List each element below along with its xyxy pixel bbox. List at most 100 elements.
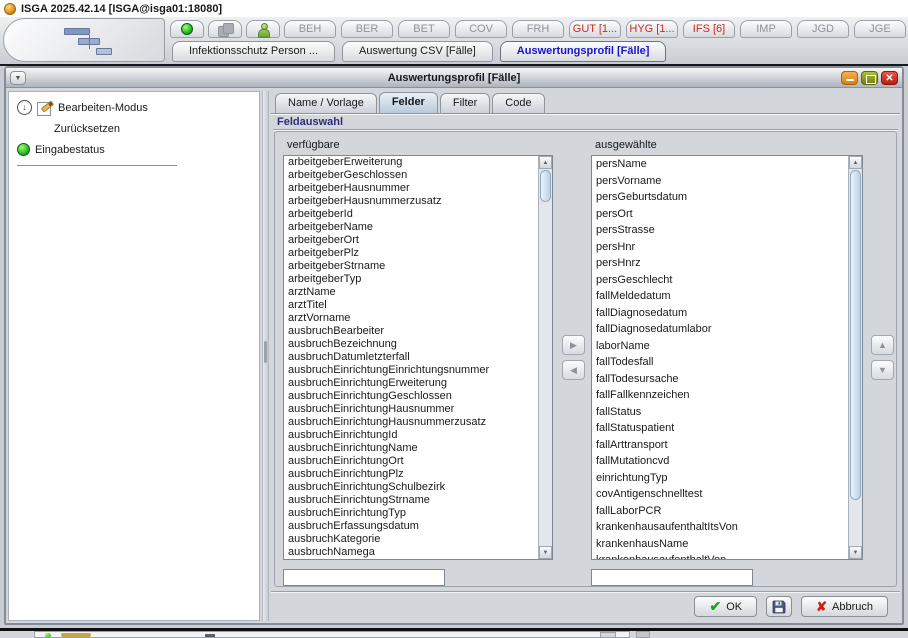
available-field-item[interactable]: arbeitgeberHausnummer [284, 182, 538, 195]
selected-field-item[interactable]: krankenhausName [592, 536, 848, 553]
available-field-item[interactable]: ausbruchEinrichtungHausnummer [284, 403, 538, 416]
available-field-item[interactable]: arbeitgeberId [284, 208, 538, 221]
scroll-down-icon[interactable]: ▼ [539, 546, 552, 559]
profile-tab[interactable]: Code [492, 93, 544, 113]
available-field-item[interactable]: arztTitel [284, 299, 538, 312]
selected-field-item[interactable]: persStrasse [592, 222, 848, 239]
available-field-item[interactable]: ausbruchEinrichtungSchulbezirk [284, 481, 538, 494]
edit-mode-label[interactable]: Bearbeiten-Modus [58, 102, 148, 114]
selected-field-item[interactable]: fallMutationcvd [592, 453, 848, 470]
available-field-item[interactable]: ausbruchEinrichtungId [284, 429, 538, 442]
move-right-button[interactable]: ▶ [562, 335, 585, 355]
person-button[interactable] [246, 20, 280, 38]
selected-field-item[interactable]: einrichtungTyp [592, 470, 848, 487]
window-menu-button[interactable]: ▼ [10, 71, 26, 85]
module-tab[interactable]: IMP [740, 20, 792, 38]
reset-label[interactable]: Zurücksetzen [54, 123, 120, 135]
available-fields-list[interactable]: arbeitgeberErweiterungarbeitgeberGeschlo… [283, 155, 553, 560]
available-field-item[interactable]: ausbruchBearbeiter [284, 325, 538, 338]
available-field-item[interactable]: ausbruchEinrichtungOrt [284, 455, 538, 468]
selected-field-item[interactable]: persHnr [592, 239, 848, 256]
selected-field-item[interactable]: laborName [592, 338, 848, 355]
panel-splitter[interactable] [262, 91, 269, 621]
selected-field-item[interactable]: fallFallkennzeichen [592, 387, 848, 404]
available-filter-input[interactable] [283, 569, 445, 586]
module-tab[interactable]: FRH [512, 20, 564, 38]
available-field-item[interactable]: ausbruchEinrichtungErweiterung [284, 377, 538, 390]
available-field-item[interactable]: arbeitgeberStrname [284, 260, 538, 273]
scroll-up-icon[interactable]: ▲ [849, 156, 862, 169]
dialog-titlebar[interactable]: ▼ Auswertungsprofil [Fälle] ✕ [6, 68, 902, 88]
available-field-item[interactable]: ausbruchEinrichtungPlz [284, 468, 538, 481]
module-tab[interactable]: IFS [6] [683, 20, 735, 38]
package-button[interactable] [208, 20, 242, 38]
selected-field-item[interactable]: fallTodesursache [592, 371, 848, 388]
profile-tab[interactable]: Filter [440, 93, 490, 113]
scrollbar-thumb[interactable] [540, 170, 551, 202]
available-field-item[interactable]: arbeitgeberPlz [284, 247, 538, 260]
selected-field-item[interactable]: krankenhausaufenthaltItsVon [592, 519, 848, 536]
available-field-item[interactable]: ausbruchEinrichtungName [284, 442, 538, 455]
selected-field-item[interactable]: covAntigenschnelltest [592, 486, 848, 503]
circle-down-arrow-icon[interactable]: ↓ [17, 100, 32, 115]
available-field-item[interactable]: arztVorname [284, 312, 538, 325]
abort-button[interactable]: ✘ Abbruch [801, 596, 888, 617]
available-field-item[interactable]: arztName [284, 286, 538, 299]
selected-field-item[interactable]: fallDiagnosedatum [592, 305, 848, 322]
selected-field-item[interactable]: persGeburtsdatum [592, 189, 848, 206]
maximize-button[interactable] [861, 71, 878, 85]
selected-field-item[interactable]: fallTodesfall [592, 354, 848, 371]
available-field-item[interactable]: ausbruchEinrichtungHausnummerzusatz [284, 416, 538, 429]
profile-tab[interactable]: Felder [379, 92, 438, 113]
move-up-button[interactable]: ▲ [871, 335, 894, 355]
splitter-grip[interactable] [264, 341, 267, 363]
available-field-item[interactable]: ausbruchEinrichtungGeschlossen [284, 390, 538, 403]
available-field-item[interactable]: arbeitgeberHausnummerzusatz [284, 195, 538, 208]
available-field-item[interactable]: ausbruchEinrichtungStrname [284, 494, 538, 507]
selected-field-item[interactable]: persGeschlecht [592, 272, 848, 289]
module-tab[interactable]: BET [398, 20, 450, 38]
selected-field-item[interactable]: krankenhausaufenthaltVon [592, 552, 848, 559]
minimize-button[interactable] [841, 71, 858, 85]
module-tab[interactable]: JGE [854, 20, 906, 38]
available-field-item[interactable]: ausbruchBezeichnung [284, 338, 538, 351]
available-field-item[interactable]: ausbruchEinrichtungEinrichtungsnummer [284, 364, 538, 377]
available-field-item[interactable]: ausbruchErfassungsdatum [284, 520, 538, 533]
document-tab[interactable]: Auswertung CSV [Fälle] [342, 41, 493, 62]
available-list-scrollbar[interactable]: ▲ ▼ [538, 156, 552, 559]
scroll-down-icon[interactable]: ▼ [849, 546, 862, 559]
selected-field-item[interactable]: persHnrz [592, 255, 848, 272]
selected-list-scrollbar[interactable]: ▲ ▼ [848, 156, 862, 559]
selected-filter-input[interactable] [591, 569, 753, 586]
document-tab[interactable]: Infektionsschutz Person ... [172, 41, 335, 62]
move-left-button[interactable]: ◀ [562, 360, 585, 380]
module-tab[interactable]: HYG [1... [626, 20, 678, 38]
available-field-item[interactable]: arbeitgeberErweiterung [284, 156, 538, 169]
available-field-item[interactable]: ausbruchDatumletzterfall [284, 351, 538, 364]
selected-field-item[interactable]: fallLaborPCR [592, 503, 848, 520]
close-button[interactable]: ✕ [881, 71, 898, 85]
status-indicator-button[interactable] [170, 20, 204, 38]
selected-field-item[interactable]: persName [592, 156, 848, 173]
selected-field-item[interactable]: fallStatus [592, 404, 848, 421]
move-down-button[interactable]: ▼ [871, 360, 894, 380]
ok-button[interactable]: ✔ OK [694, 596, 757, 617]
available-field-item[interactable]: ausbruchKategorie [284, 533, 538, 546]
document-tab[interactable]: Auswertungsprofil [Fälle] [500, 41, 667, 62]
module-tab[interactable]: JGD [797, 20, 849, 38]
available-field-item[interactable]: arbeitgeberGeschlossen [284, 169, 538, 182]
available-field-item[interactable]: arbeitgeberName [284, 221, 538, 234]
module-tab[interactable]: COV [455, 20, 507, 38]
selected-field-item[interactable]: fallStatuspatient [592, 420, 848, 437]
module-tab[interactable]: GUT [1... [569, 20, 621, 38]
selected-fields-list[interactable]: persNamepersVornamepersGeburtsdatumpersO… [591, 155, 863, 560]
available-field-item[interactable]: arbeitgeberOrt [284, 234, 538, 247]
selected-field-item[interactable]: fallMeldedatum [592, 288, 848, 305]
available-field-item[interactable]: arbeitgeberTyp [284, 273, 538, 286]
scrollbar-thumb[interactable] [850, 170, 861, 500]
edit-mode-row[interactable]: ↓ Bearbeiten-Modus [17, 100, 148, 115]
selected-field-item[interactable]: persOrt [592, 206, 848, 223]
module-tab[interactable]: BER [341, 20, 393, 38]
selected-field-item[interactable]: fallArttransport [592, 437, 848, 454]
module-tab[interactable]: BEH [284, 20, 336, 38]
